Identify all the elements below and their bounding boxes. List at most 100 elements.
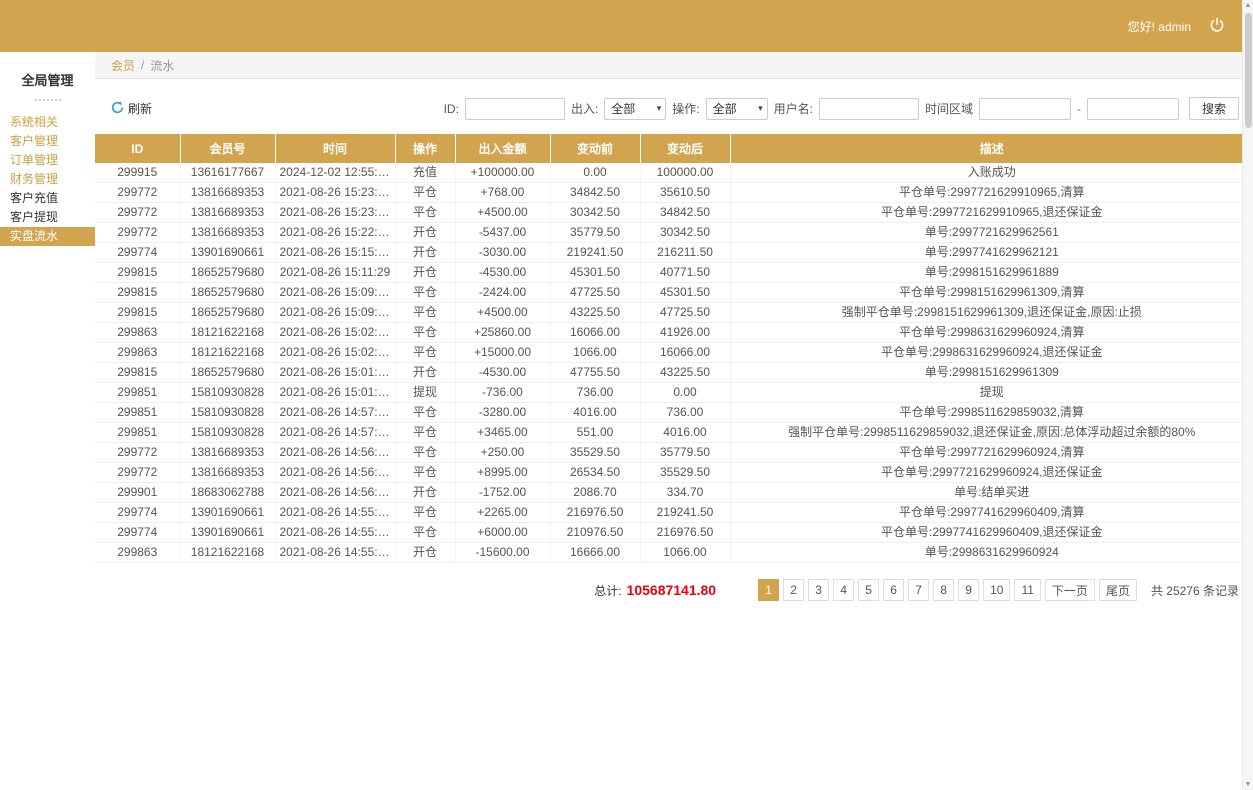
scroll-up-icon[interactable]: ▲ <box>1245 0 1252 11</box>
sidebar-item-客户提现[interactable]: 客户提现 <box>0 208 95 227</box>
table-cell: 219241.50 <box>550 242 641 263</box>
table-cell: 2086.70 <box>550 482 641 503</box>
table-row: 299772 13816689353 2021-08-26 14:56:53 平仓 +2… <box>95 442 1253 463</box>
page-button-1[interactable]: 1 <box>758 579 780 601</box>
username-input[interactable] <box>818 97 919 120</box>
table-cell: 2024-12-02 12:55:47 <box>275 163 396 183</box>
table-cell: +6000.00 <box>455 522 551 543</box>
table-cell: 299863 <box>95 542 181 563</box>
table-cell: 18121622168 <box>180 342 276 363</box>
table-cell: 100000.00 <box>640 163 731 183</box>
table-cell: 平仓 <box>395 422 456 443</box>
table-cell: 平仓单号:2997721629960924,退还保证金 <box>730 462 1253 483</box>
page-button-4[interactable]: 4 <box>833 579 855 601</box>
table-cell: 299815 <box>95 362 181 383</box>
inout-select[interactable]: 全部 ▾ <box>604 97 667 120</box>
page-button-8[interactable]: 8 <box>933 579 955 601</box>
table-cell: 充值 <box>395 163 456 183</box>
table-cell: 13816689353 <box>180 462 276 483</box>
scroll-down-icon[interactable]: ▼ <box>1245 779 1252 790</box>
table-row: 299815 18652579680 2021-08-26 15:11:29 开仓 -4… <box>95 262 1253 283</box>
table-cell: 单号:2998151629961889 <box>730 262 1253 283</box>
table-cell: 551.00 <box>550 422 641 443</box>
table-cell: +25860.00 <box>455 322 551 343</box>
action-select[interactable]: 全部 ▾ <box>705 97 768 120</box>
breadcrumb-separator: / <box>141 58 145 72</box>
sidebar-item-财务管理[interactable]: 财务管理 <box>0 170 95 189</box>
sidebar-item-订单管理[interactable]: 订单管理 <box>0 151 95 170</box>
table-cell: 13816689353 <box>180 202 276 223</box>
table-cell: 334.70 <box>640 482 731 503</box>
table-cell: 210976.50 <box>550 522 641 543</box>
table-cell: 736.00 <box>640 402 731 423</box>
page-button-7[interactable]: 7 <box>908 579 930 601</box>
table-cell: 2021-08-26 15:23:09 <box>275 202 396 223</box>
table-cell: 平仓 <box>395 502 456 523</box>
table-cell: +3465.00 <box>455 422 551 443</box>
table-cell: 开仓 <box>395 542 456 563</box>
table-cell: 299772 <box>95 462 181 483</box>
table-cell: -2424.00 <box>455 282 551 303</box>
page-button-6[interactable]: 6 <box>883 579 905 601</box>
page-button-10[interactable]: 10 <box>983 579 1011 601</box>
table-cell: 开仓 <box>395 362 456 383</box>
page-button-11[interactable]: 11 <box>1014 579 1041 601</box>
page-button-3[interactable]: 3 <box>808 579 830 601</box>
table-cell: 13816689353 <box>180 222 276 243</box>
table-cell: 13616177667 <box>180 163 276 183</box>
column-header-变动前: 变动前 <box>550 134 641 163</box>
table-cell: 4016.00 <box>550 402 641 423</box>
chevron-down-icon: ▾ <box>656 103 662 113</box>
sidebar-item-客户管理[interactable]: 客户管理 <box>0 132 95 151</box>
sidebar-item-客户充值[interactable]: 客户充值 <box>0 189 95 208</box>
table-cell: 45301.50 <box>640 282 731 303</box>
time-start-input[interactable] <box>978 97 1071 120</box>
breadcrumb-link-member[interactable]: 会员 <box>111 57 135 74</box>
refresh-label: 刷新 <box>128 102 153 116</box>
table-cell: 平仓单号:2998511629859032,清算 <box>730 402 1253 423</box>
page-button-2[interactable]: 2 <box>783 579 805 601</box>
table-cell: 299815 <box>95 282 181 303</box>
search-button[interactable]: 搜索 <box>1188 97 1239 120</box>
table-row: 299774 13901690661 2021-08-26 14:55:54 平仓 +6… <box>95 522 1253 543</box>
table-cell: 单号:2997741629962121 <box>730 242 1253 263</box>
breadcrumb: 会员 / 流水 <box>95 52 1253 79</box>
inout-select-value: 全部 <box>611 102 636 116</box>
table-cell: 41926.00 <box>640 322 731 343</box>
table-cell: 平仓单号:2997741629960409,退还保证金 <box>730 522 1253 543</box>
vertical-scrollbar[interactable]: ▲ ▼ <box>1242 0 1253 790</box>
sidebar-item-系统相关[interactable]: 系统相关 <box>0 113 95 132</box>
table-cell: 26534.50 <box>550 462 641 483</box>
page-button-9[interactable]: 9 <box>958 579 980 601</box>
table-cell: 299774 <box>95 522 181 543</box>
scrollbar-thumb[interactable] <box>1244 13 1252 128</box>
table-cell: 2021-08-26 15:02:17 <box>275 322 396 343</box>
table-row: 299863 18121622168 2021-08-26 15:02:17 平仓 +2… <box>95 322 1253 343</box>
table-cell: +768.00 <box>455 182 551 203</box>
table-cell: -15600.00 <box>455 542 551 563</box>
table-cell: 299772 <box>95 222 181 243</box>
page-button-5[interactable]: 5 <box>858 579 880 601</box>
column-header-ID: ID <box>95 134 181 163</box>
next-page-button[interactable]: 下一页 <box>1044 579 1095 601</box>
refresh-button[interactable]: 刷新 <box>111 100 152 117</box>
table-cell: 单号:2998631629960924 <box>730 542 1253 563</box>
table-cell: 2021-08-26 15:01:06 <box>275 382 396 403</box>
time-end-input[interactable] <box>1086 97 1179 120</box>
id-input[interactable] <box>464 97 565 120</box>
table-cell: 平仓 <box>395 182 456 203</box>
sidebar-item-实盘流水[interactable]: 实盘流水 <box>0 227 95 246</box>
pagination: 1 2 3 4 5 6 7 8 9 10 11 下一页 尾页 <box>758 579 1137 601</box>
table-cell: 平仓单号:2997721629910965,退还保证金 <box>730 202 1253 223</box>
table-cell: 299851 <box>95 422 181 443</box>
table-cell: 216976.50 <box>640 522 731 543</box>
logout-button[interactable] <box>1209 17 1225 36</box>
table-cell: 18121622168 <box>180 322 276 343</box>
table-cell: 43225.50 <box>550 302 641 323</box>
range-separator: - <box>1076 101 1081 116</box>
table-cell: 16666.00 <box>550 542 641 563</box>
sidebar-nav: 系统相关 客户管理 订单管理 财务管理 客户充值 客户提现 实盘流水 <box>0 113 95 246</box>
inout-label: 出入: <box>570 102 599 116</box>
table-cell: 16066.00 <box>640 342 731 363</box>
last-page-button[interactable]: 尾页 <box>1098 579 1137 601</box>
